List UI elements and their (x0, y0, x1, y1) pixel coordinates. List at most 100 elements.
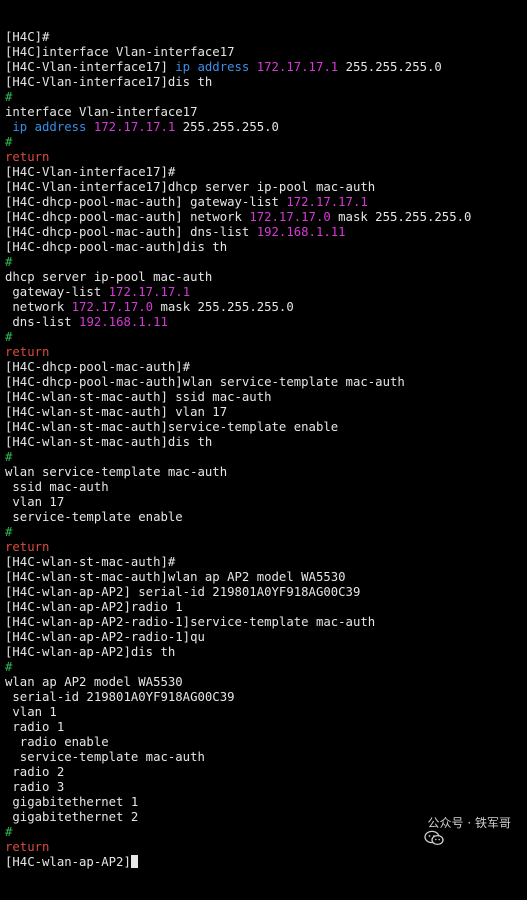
terminal-text-segment: [H4C-dhcp-pool-mac-auth]dis th (5, 240, 228, 254)
terminal-line: service-template enable (5, 510, 527, 525)
terminal-line: [H4C]# (5, 30, 527, 45)
terminal-text-segment: gateway-list (5, 285, 109, 299)
terminal-text-segment: 255.255.255.0 (175, 120, 279, 134)
terminal-line: radio enable (5, 735, 527, 750)
terminal-text-segment: ip address (12, 120, 87, 134)
terminal-text-segment: 172.17.17.0 (71, 300, 154, 314)
terminal-text-segment: [H4C-dhcp-pool-mac-auth] network (5, 210, 250, 224)
terminal-line: service-template mac-auth (5, 750, 527, 765)
terminal-line: interface Vlan-interface17 (5, 105, 527, 120)
terminal-line: # (5, 330, 527, 345)
terminal-line: [H4C-Vlan-interface17]dis th (5, 75, 527, 90)
terminal-text-segment: [H4C-wlan-ap-AP2-radio-1]qu (5, 630, 205, 644)
terminal-line: dhcp server ip-pool mac-auth (5, 270, 527, 285)
terminal-text-segment: gigabitethernet 2 (5, 810, 139, 824)
terminal-text-segment: [H4C-Vlan-interface17]dis th (5, 75, 213, 89)
terminal-text-segment: mask 255.255.255.0 (330, 210, 472, 224)
terminal-text-segment: return (5, 150, 50, 164)
terminal-window[interactable]: [H4C]# [H4C]interface Vlan-interface17 [H4… (0, 0, 527, 869)
terminal-text-segment: [H4C-dhcp-pool-mac-auth] gateway-list (5, 195, 287, 209)
terminal-text-segment: serial-id 219801A0YF918AG00C39 (5, 690, 235, 704)
terminal-line: [H4C-Vlan-interface17]dhcp server ip-poo… (5, 180, 527, 195)
terminal-text-segment: ip address (175, 60, 250, 74)
terminal-text-segment: 255.255.255.0 (338, 60, 442, 74)
terminal-line: wlan service-template mac-auth (5, 465, 527, 480)
terminal-text-segment: radio 1 (5, 720, 65, 734)
terminal-line: dns-list 192.168.1.11 (5, 315, 527, 330)
terminal-line: vlan 1 (5, 705, 527, 720)
terminal-line: return (5, 540, 527, 555)
terminal-line: [H4C-wlan-st-mac-auth]dis th (5, 435, 527, 450)
terminal-line: [H4C-wlan-st-mac-auth]# (5, 555, 527, 570)
terminal-text-segment: return (5, 840, 50, 854)
terminal-line: network 172.17.17.0 mask 255.255.255.0 (5, 300, 527, 315)
terminal-line: # (5, 135, 527, 150)
terminal-text-segment: dhcp server ip-pool mac-auth (5, 270, 213, 284)
watermark: 公众号 · 铁军哥 (402, 815, 511, 846)
terminal-text-segment: # (5, 525, 13, 539)
terminal-line: # (5, 90, 527, 105)
terminal-text-segment: mask 255.255.255.0 (153, 300, 294, 314)
terminal-line: radio 1 (5, 720, 527, 735)
terminal-line: return (5, 150, 527, 165)
terminal-text-segment: 192.168.1.11 (79, 315, 168, 329)
terminal-text-segment: vlan 17 (5, 495, 65, 509)
terminal-text-segment: [H4C-wlan-st-mac-auth]service-template e… (5, 420, 339, 434)
terminal-text-segment: return (5, 540, 50, 554)
terminal-line: # (5, 525, 527, 540)
terminal-line: [H4C-dhcp-pool-mac-auth]# (5, 360, 527, 375)
terminal-line: [H4C-wlan-st-mac-auth] ssid mac-auth (5, 390, 527, 405)
terminal-text-segment: [H4C-Vlan-interface17] (5, 60, 176, 74)
terminal-text-segment: [H4C]# (5, 30, 50, 44)
terminal-line: [H4C-wlan-ap-AP2]dis th (5, 645, 527, 660)
terminal-text-segment: wlan ap AP2 model WA5530 (5, 675, 183, 689)
terminal-text-segment: [H4C-Vlan-interface17]dhcp server ip-poo… (5, 180, 376, 194)
terminal-line: ip address 172.17.17.1 255.255.255.0 (5, 120, 527, 135)
terminal-text-segment: # (5, 255, 13, 269)
terminal-text-segment: # (5, 90, 13, 104)
terminal-text-segment: service-template mac-auth (5, 750, 205, 764)
terminal-text-segment: [H4C-wlan-st-mac-auth]# (5, 555, 176, 569)
terminal-line: serial-id 219801A0YF918AG00C39 (5, 690, 527, 705)
terminal-line: [H4C-dhcp-pool-mac-auth]wlan service-tem… (5, 375, 527, 390)
cursor (130, 855, 138, 868)
terminal-line: [H4C]interface Vlan-interface17 (5, 45, 527, 60)
terminal-text-segment: return (5, 345, 50, 359)
terminal-output[interactable]: [H4C]# [H4C]interface Vlan-interface17 [H4… (5, 30, 527, 870)
terminal-text-segment: service-template enable (5, 510, 183, 524)
terminal-text-segment: [H4C-wlan-ap-AP2]radio 1 (5, 600, 183, 614)
terminal-line: [H4C-wlan-ap-AP2] (5, 855, 527, 870)
terminal-text-segment: [H4C-dhcp-pool-mac-auth]# (5, 360, 191, 374)
terminal-line: [H4C-wlan-st-mac-auth]wlan ap AP2 model … (5, 570, 527, 585)
terminal-line: [H4C-wlan-st-mac-auth] vlan 17 (5, 405, 527, 420)
terminal-text-segment: # (5, 450, 13, 464)
terminal-line: ssid mac-auth (5, 480, 527, 495)
terminal-line: [H4C-dhcp-pool-mac-auth] gateway-list 17… (5, 195, 527, 210)
terminal-text-segment: # (5, 660, 13, 674)
terminal-line: [H4C-Vlan-interface17]# (5, 165, 527, 180)
terminal-line: return (5, 840, 527, 855)
terminal-text-segment: vlan 1 (5, 705, 57, 719)
terminal-text-segment: [H4C-wlan-st-mac-auth]wlan ap AP2 model … (5, 570, 346, 584)
terminal-line: # (5, 255, 527, 270)
terminal-text-segment: 172.17.17.0 (249, 210, 331, 224)
terminal-text-segment: ssid mac-auth (5, 480, 109, 494)
terminal-line: return (5, 345, 527, 360)
wechat-icon (402, 815, 445, 846)
terminal-line: [H4C-Vlan-interface17] ip address 172.17… (5, 60, 527, 75)
terminal-line: gigabitethernet 1 (5, 795, 527, 810)
terminal-line: [H4C-wlan-st-mac-auth]service-template e… (5, 420, 527, 435)
terminal-text-segment: dns-list (5, 315, 80, 329)
terminal-line: radio 3 (5, 780, 527, 795)
terminal-text-segment: [H4C-wlan-st-mac-auth] ssid mac-auth (5, 390, 272, 404)
terminal-text-segment: radio 3 (5, 780, 65, 794)
terminal-text-segment: interface Vlan-interface17 (5, 105, 198, 119)
terminal-line: radio 2 (5, 765, 527, 780)
terminal-text-segment: radio 2 (5, 765, 65, 779)
terminal-text-segment: # (5, 330, 13, 344)
terminal-line: [H4C-wlan-ap-AP2]radio 1 (5, 600, 527, 615)
terminal-text-segment: [H4C-Vlan-interface17]# (5, 165, 176, 179)
terminal-text-segment: [H4C-dhcp-pool-mac-auth]wlan service-tem… (5, 375, 405, 389)
terminal-line: [H4C-wlan-ap-AP2] serial-id 219801A0YF91… (5, 585, 527, 600)
